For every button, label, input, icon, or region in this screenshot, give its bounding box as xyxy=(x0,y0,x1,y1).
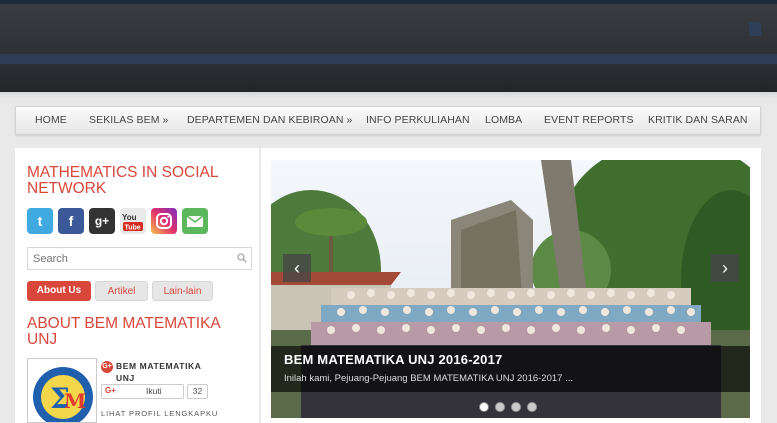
social-widget-title: MATHEMATICS IN SOCIAL NETWORK xyxy=(27,164,218,197)
image-slider[interactable]: ‹ › BEM MATEMATIKA UNJ 2016-2017 Inilah … xyxy=(271,160,750,418)
search-box xyxy=(27,247,252,270)
profile-name-line1: BEM MATEMATIKA xyxy=(116,361,202,371)
nav-item-kritik-saran[interactable]: KRITIK DAN SARAN xyxy=(648,107,748,134)
profile-name[interactable]: BEM MATEMATIKA UNJ xyxy=(116,360,202,384)
email-icon[interactable] xyxy=(182,208,208,234)
tab-lain-lain[interactable]: Lain-lain xyxy=(152,281,213,301)
slider-dot-4[interactable] xyxy=(527,402,537,412)
profile-logo[interactable]: Σ M xyxy=(27,358,97,423)
slider-dot-3[interactable] xyxy=(511,402,521,412)
nav-item-departemen[interactable]: DEPARTEMEN DAN KEBIROAN » xyxy=(187,107,352,134)
header-strip xyxy=(0,54,777,64)
slider-dot-2[interactable] xyxy=(495,402,505,412)
follow-button[interactable]: G+ Ikuti xyxy=(101,384,184,399)
svg-text:You: You xyxy=(122,213,137,222)
slide-caption: BEM MATEMATIKA UNJ 2016-2017 Inilah kami… xyxy=(271,346,750,392)
nav-item-sekilas-bem[interactable]: SEKILAS BEM » xyxy=(89,107,169,134)
view-profile-link[interactable]: LIHAT PROFIL LENGKAPKU xyxy=(101,409,218,418)
header-separator xyxy=(0,92,777,100)
svg-text:Tube: Tube xyxy=(125,225,141,232)
nav-item-event-reports[interactable]: EVENT REPORTS xyxy=(544,107,634,134)
nav-item-home[interactable]: HOME xyxy=(35,107,67,134)
slider-dot-1[interactable] xyxy=(479,402,489,412)
twitter-icon[interactable]: t xyxy=(27,208,53,234)
google-plus-icon[interactable]: g+ xyxy=(89,208,115,234)
main-nav: HOME SEKILAS BEM » DEPARTEMEN DAN KEBIRO… xyxy=(15,106,761,135)
google-plus-follow-icon: G+ xyxy=(105,386,116,395)
tab-artikel[interactable]: Artikel xyxy=(95,281,148,301)
site-header xyxy=(0,4,777,54)
instagram-icon[interactable] xyxy=(151,208,177,234)
header-widget[interactable] xyxy=(749,22,761,36)
header-lower-bar xyxy=(0,64,777,92)
profile-name-line2: UNJ xyxy=(116,373,135,383)
nav-item-info-perkuliahan[interactable]: INFO PERKULIAHAN xyxy=(366,107,470,134)
youtube-icon[interactable]: You Tube xyxy=(120,208,146,234)
follow-label: Ikuti xyxy=(146,386,162,396)
google-plus-small-icon: G+ xyxy=(101,361,113,373)
svg-text:M: M xyxy=(64,389,86,413)
slider-next-button[interactable]: › xyxy=(711,254,739,282)
slider-prev-button[interactable]: ‹ xyxy=(283,254,311,282)
tab-about-us[interactable]: About Us xyxy=(27,281,91,301)
search-icon[interactable] xyxy=(237,253,247,263)
facebook-icon[interactable]: f xyxy=(58,208,84,234)
about-widget-title: ABOUT BEM MATEMATIKA UNJ xyxy=(27,315,220,348)
slide-text: Inilah kami, Pejuang-Pejuang BEM MATEMAT… xyxy=(284,373,574,384)
slide-title[interactable]: BEM MATEMATIKA UNJ 2016-2017 xyxy=(284,352,502,367)
follower-count: 32 xyxy=(187,384,208,399)
nav-item-lomba[interactable]: LOMBA xyxy=(485,107,522,134)
search-input[interactable] xyxy=(28,248,223,269)
